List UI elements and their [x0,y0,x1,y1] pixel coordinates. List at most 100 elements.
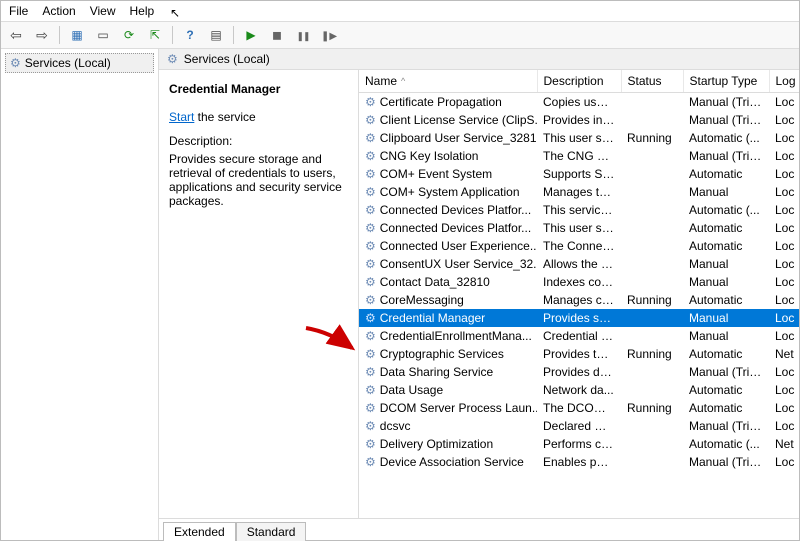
results-header: Services (Local) [159,49,799,70]
service-status [621,381,683,399]
pause-service-button[interactable] [292,24,314,46]
column-header-status[interactable]: Status [621,70,683,93]
show-hide-tree-button[interactable] [66,24,88,46]
back-button[interactable] [5,24,27,46]
start-service-button[interactable] [240,24,262,46]
stop-service-button[interactable] [266,24,288,46]
results-header-title: Services (Local) [184,52,270,66]
service-description: Supports Sy... [537,165,621,183]
table-row[interactable]: Connected Devices Platfor...This service… [359,201,799,219]
service-startup: Automatic [683,165,769,183]
arrow-left-icon [10,27,22,44]
service-description: Provides inf... [537,111,621,129]
service-name: Clipboard User Service_32810 [380,131,537,145]
service-description: Provides da... [537,363,621,381]
service-name: ConsentUX User Service_32... [380,257,537,271]
export-button[interactable] [144,24,166,46]
service-logon: Loc [769,363,799,381]
table-row[interactable]: Data UsageNetwork da...AutomaticLoc [359,381,799,399]
column-header-logon[interactable]: Log [769,70,799,93]
view-tabs: Extended Standard [159,518,799,540]
main-area: Services (Local) Services (Local) Creden… [1,49,799,540]
gear-icon [365,113,376,127]
service-logon: Loc [769,273,799,291]
menu-action[interactable]: Action [42,4,75,18]
table-row[interactable]: COM+ System ApplicationManages th...Manu… [359,183,799,201]
service-status: Running [621,129,683,147]
tab-standard[interactable]: Standard [236,522,307,541]
service-status [621,237,683,255]
table-row[interactable]: Delivery OptimizationPerforms co...Autom… [359,435,799,453]
service-description: Performs co... [537,435,621,453]
table-row[interactable]: Cryptographic ServicesProvides thr...Run… [359,345,799,363]
service-startup: Automatic [683,381,769,399]
service-logon: Loc [769,327,799,345]
table-row[interactable]: Connected User Experience...The Connec..… [359,237,799,255]
services-list[interactable]: Name^ Description Status Startup Type Lo… [359,70,799,518]
gear-icon [10,56,21,70]
service-startup: Manual (Trig... [683,417,769,435]
service-status [621,273,683,291]
service-startup: Automatic [683,345,769,363]
tree-item-services-local[interactable]: Services (Local) [5,53,154,73]
table-row[interactable]: Data Sharing ServiceProvides da...Manual… [359,363,799,381]
service-startup: Automatic [683,237,769,255]
restart-service-button[interactable] [318,24,340,46]
service-description: The DCOML... [537,399,621,417]
start-service-link[interactable]: Start [169,110,194,124]
service-name: Cryptographic Services [380,347,504,361]
column-header-description[interactable]: Description [537,70,621,93]
help-button[interactable] [179,24,201,46]
service-status [621,219,683,237]
table-row[interactable]: Connected Devices Platfor...This user se… [359,219,799,237]
table-row[interactable]: Device Association ServiceEnables pair..… [359,453,799,471]
menu-view[interactable]: View [90,4,116,18]
refresh-button[interactable] [118,24,140,46]
detail-action-line: Start the service [169,110,348,124]
table-row[interactable]: dcsvcDeclared Co...Manual (Trig...Loc [359,417,799,435]
table-row[interactable]: CredentialEnrollmentMana...Credential E.… [359,327,799,345]
service-description: Manages co... [537,291,621,309]
table-row[interactable]: Contact Data_32810Indexes con...ManualLo… [359,273,799,291]
service-startup: Manual [683,309,769,327]
table-row[interactable]: CoreMessagingManages co...RunningAutomat… [359,291,799,309]
gear-icon [365,131,376,145]
service-logon: Loc [769,93,799,112]
table-row[interactable]: COM+ Event SystemSupports Sy...Automatic… [359,165,799,183]
service-logon: Loc [769,219,799,237]
table-row[interactable]: ConsentUX User Service_32...Allows the s… [359,255,799,273]
service-logon: Loc [769,291,799,309]
gear-icon [365,401,376,415]
menubar: File Action View Help [1,1,799,21]
tab-extended[interactable]: Extended [163,522,236,541]
service-logon: Loc [769,255,799,273]
service-startup: Automatic (... [683,129,769,147]
column-header-startup[interactable]: Startup Type [683,70,769,93]
gear-icon [365,329,376,343]
pause-icon [296,28,309,42]
arrow-right-icon [36,27,48,44]
service-logon: Loc [769,237,799,255]
table-row[interactable]: Client License Service (ClipS...Provides… [359,111,799,129]
gear-icon [365,383,376,397]
service-logon: Loc [769,183,799,201]
table-row[interactable]: Credential ManagerProvides se...ManualLo… [359,309,799,327]
table-row[interactable]: Clipboard User Service_32810This user se… [359,129,799,147]
menu-help[interactable]: Help [130,4,155,18]
service-startup: Manual [683,183,769,201]
service-status [621,201,683,219]
table-row[interactable]: CNG Key IsolationThe CNG ke...Manual (Tr… [359,147,799,165]
service-startup: Automatic [683,219,769,237]
table-row[interactable]: Certificate PropagationCopies user ...Ma… [359,93,799,112]
results-pane: Services (Local) Credential Manager Star… [159,49,799,540]
gear-icon [365,311,376,325]
properties-button[interactable] [92,24,114,46]
service-startup: Manual (Trig... [683,93,769,112]
forward-button[interactable] [31,24,53,46]
menu-file[interactable]: File [9,4,28,18]
service-logon: Loc [769,165,799,183]
sheet-button[interactable] [205,24,227,46]
table-row[interactable]: DCOM Server Process Laun...The DCOML...R… [359,399,799,417]
service-name: Certificate Propagation [380,95,502,109]
column-header-name[interactable]: Name^ [359,70,537,93]
